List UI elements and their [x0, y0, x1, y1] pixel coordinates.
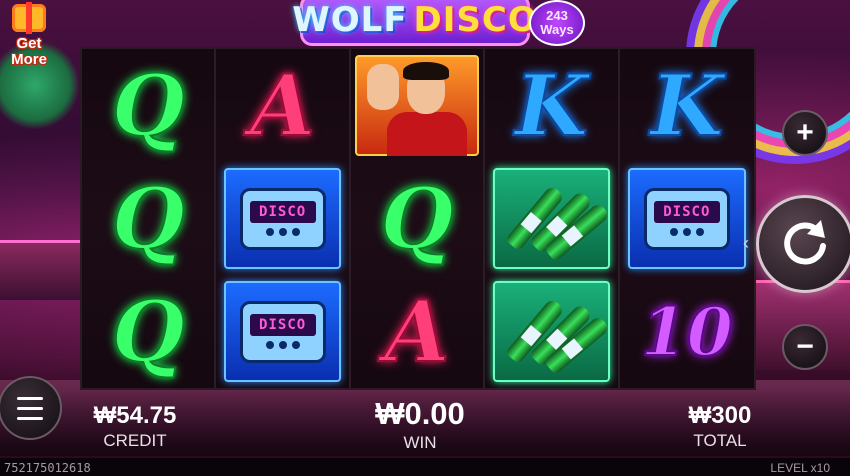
reel-cell	[351, 49, 483, 162]
spin-hint-icon: ‹	[743, 233, 749, 253]
pager-icon: DISCO	[239, 300, 326, 363]
bar-counter-left	[0, 240, 80, 300]
reel-cell: Q	[351, 162, 483, 275]
ways-badge: 243 Ways	[529, 0, 585, 46]
reel-cell: DISCO	[620, 162, 754, 275]
symbol-a: A	[249, 55, 316, 155]
reel-cell: DISCO	[216, 275, 348, 388]
bet-increase-button[interactable]: +	[782, 110, 828, 156]
symbol-q: Q	[379, 168, 454, 268]
reel-cell: DISCO	[216, 162, 348, 275]
total-value: ₩300	[688, 402, 752, 429]
reel-cell: K	[620, 49, 754, 162]
reel-cell	[485, 275, 617, 388]
symbol-a: A	[383, 281, 450, 381]
pager-screen-text: DISCO	[249, 314, 316, 336]
symbol-k: K	[514, 55, 589, 155]
get-more-button[interactable]: Get More	[0, 2, 58, 68]
level-indicator: LEVEL x10	[770, 461, 830, 475]
ways-number: 243	[546, 8, 568, 23]
reel-5: K DISCO 10	[619, 49, 755, 388]
credit-value: ₩54.75	[93, 402, 177, 429]
symbol-q: Q	[111, 281, 186, 381]
pager-symbol: DISCO	[224, 281, 341, 382]
symbol-10: 10	[640, 292, 734, 371]
symbol-q: Q	[111, 168, 186, 268]
reel-cell: Q	[82, 162, 214, 275]
menu-button[interactable]	[0, 376, 62, 440]
session-id: 752175012618	[4, 461, 91, 475]
beer-bottles-icon	[505, 180, 611, 262]
win-value: ₩0.00	[375, 396, 465, 431]
total-label: TOTAL	[693, 431, 747, 450]
game-logo: WOLF DISCO	[292, 0, 537, 46]
beer-bottles-symbol	[493, 281, 611, 382]
ways-label: Ways	[540, 22, 574, 37]
pager-screen-text: DISCO	[249, 201, 316, 223]
pager-screen-text: DISCO	[653, 201, 720, 223]
reel-cell: 10	[620, 275, 754, 388]
reel-cell: A	[351, 275, 483, 388]
reel-grid: Q Q Q A DISCO DISCO Q A K K DISCO 10	[80, 47, 756, 390]
plus-icon: +	[796, 116, 814, 149]
reel-cell: Q	[82, 49, 214, 162]
reel-cell: K	[485, 49, 617, 162]
win-label: WIN	[403, 433, 437, 452]
credit-display: ₩54.75 CREDIT	[80, 402, 190, 451]
pager-icon: DISCO	[239, 187, 326, 250]
reel-3: QA	[350, 49, 486, 388]
beer-bottles-symbol	[493, 168, 611, 269]
reel-1: QQQ	[82, 49, 217, 388]
symbol-k: K	[649, 55, 724, 155]
logo-wolf: WOLF	[292, 0, 408, 40]
disco-man-icon	[367, 58, 468, 156]
pager-symbol: DISCO	[627, 168, 747, 269]
reel-cell: Q	[82, 275, 214, 388]
gift-icon	[12, 2, 46, 34]
reel-cell	[485, 162, 617, 275]
refresh-icon	[784, 220, 826, 265]
logo-disco: DISCO	[413, 0, 538, 40]
win-display: ₩0.00 WIN	[360, 396, 480, 453]
reel-2: A DISCO DISCO	[216, 49, 351, 388]
credit-label: CREDIT	[103, 431, 167, 450]
hamburger-icon	[17, 396, 43, 420]
reel-cell: A	[216, 49, 348, 162]
pager-symbol: DISCO	[224, 168, 341, 269]
pager-icon: DISCO	[643, 187, 730, 250]
spin-button[interactable]	[756, 195, 850, 293]
minus-icon: −	[796, 330, 814, 363]
get-more-line1: Get	[16, 35, 42, 52]
wild-character-symbol	[354, 55, 480, 156]
bet-decrease-button[interactable]: −	[782, 324, 828, 370]
get-more-line2: More	[11, 51, 47, 68]
total-bet-display[interactable]: ₩300 TOTAL	[660, 402, 780, 451]
footer-bar: 752175012618 LEVEL x10	[0, 458, 850, 476]
symbol-q: Q	[111, 55, 186, 155]
reel-4: K	[485, 49, 620, 388]
beer-bottles-icon	[505, 293, 611, 375]
